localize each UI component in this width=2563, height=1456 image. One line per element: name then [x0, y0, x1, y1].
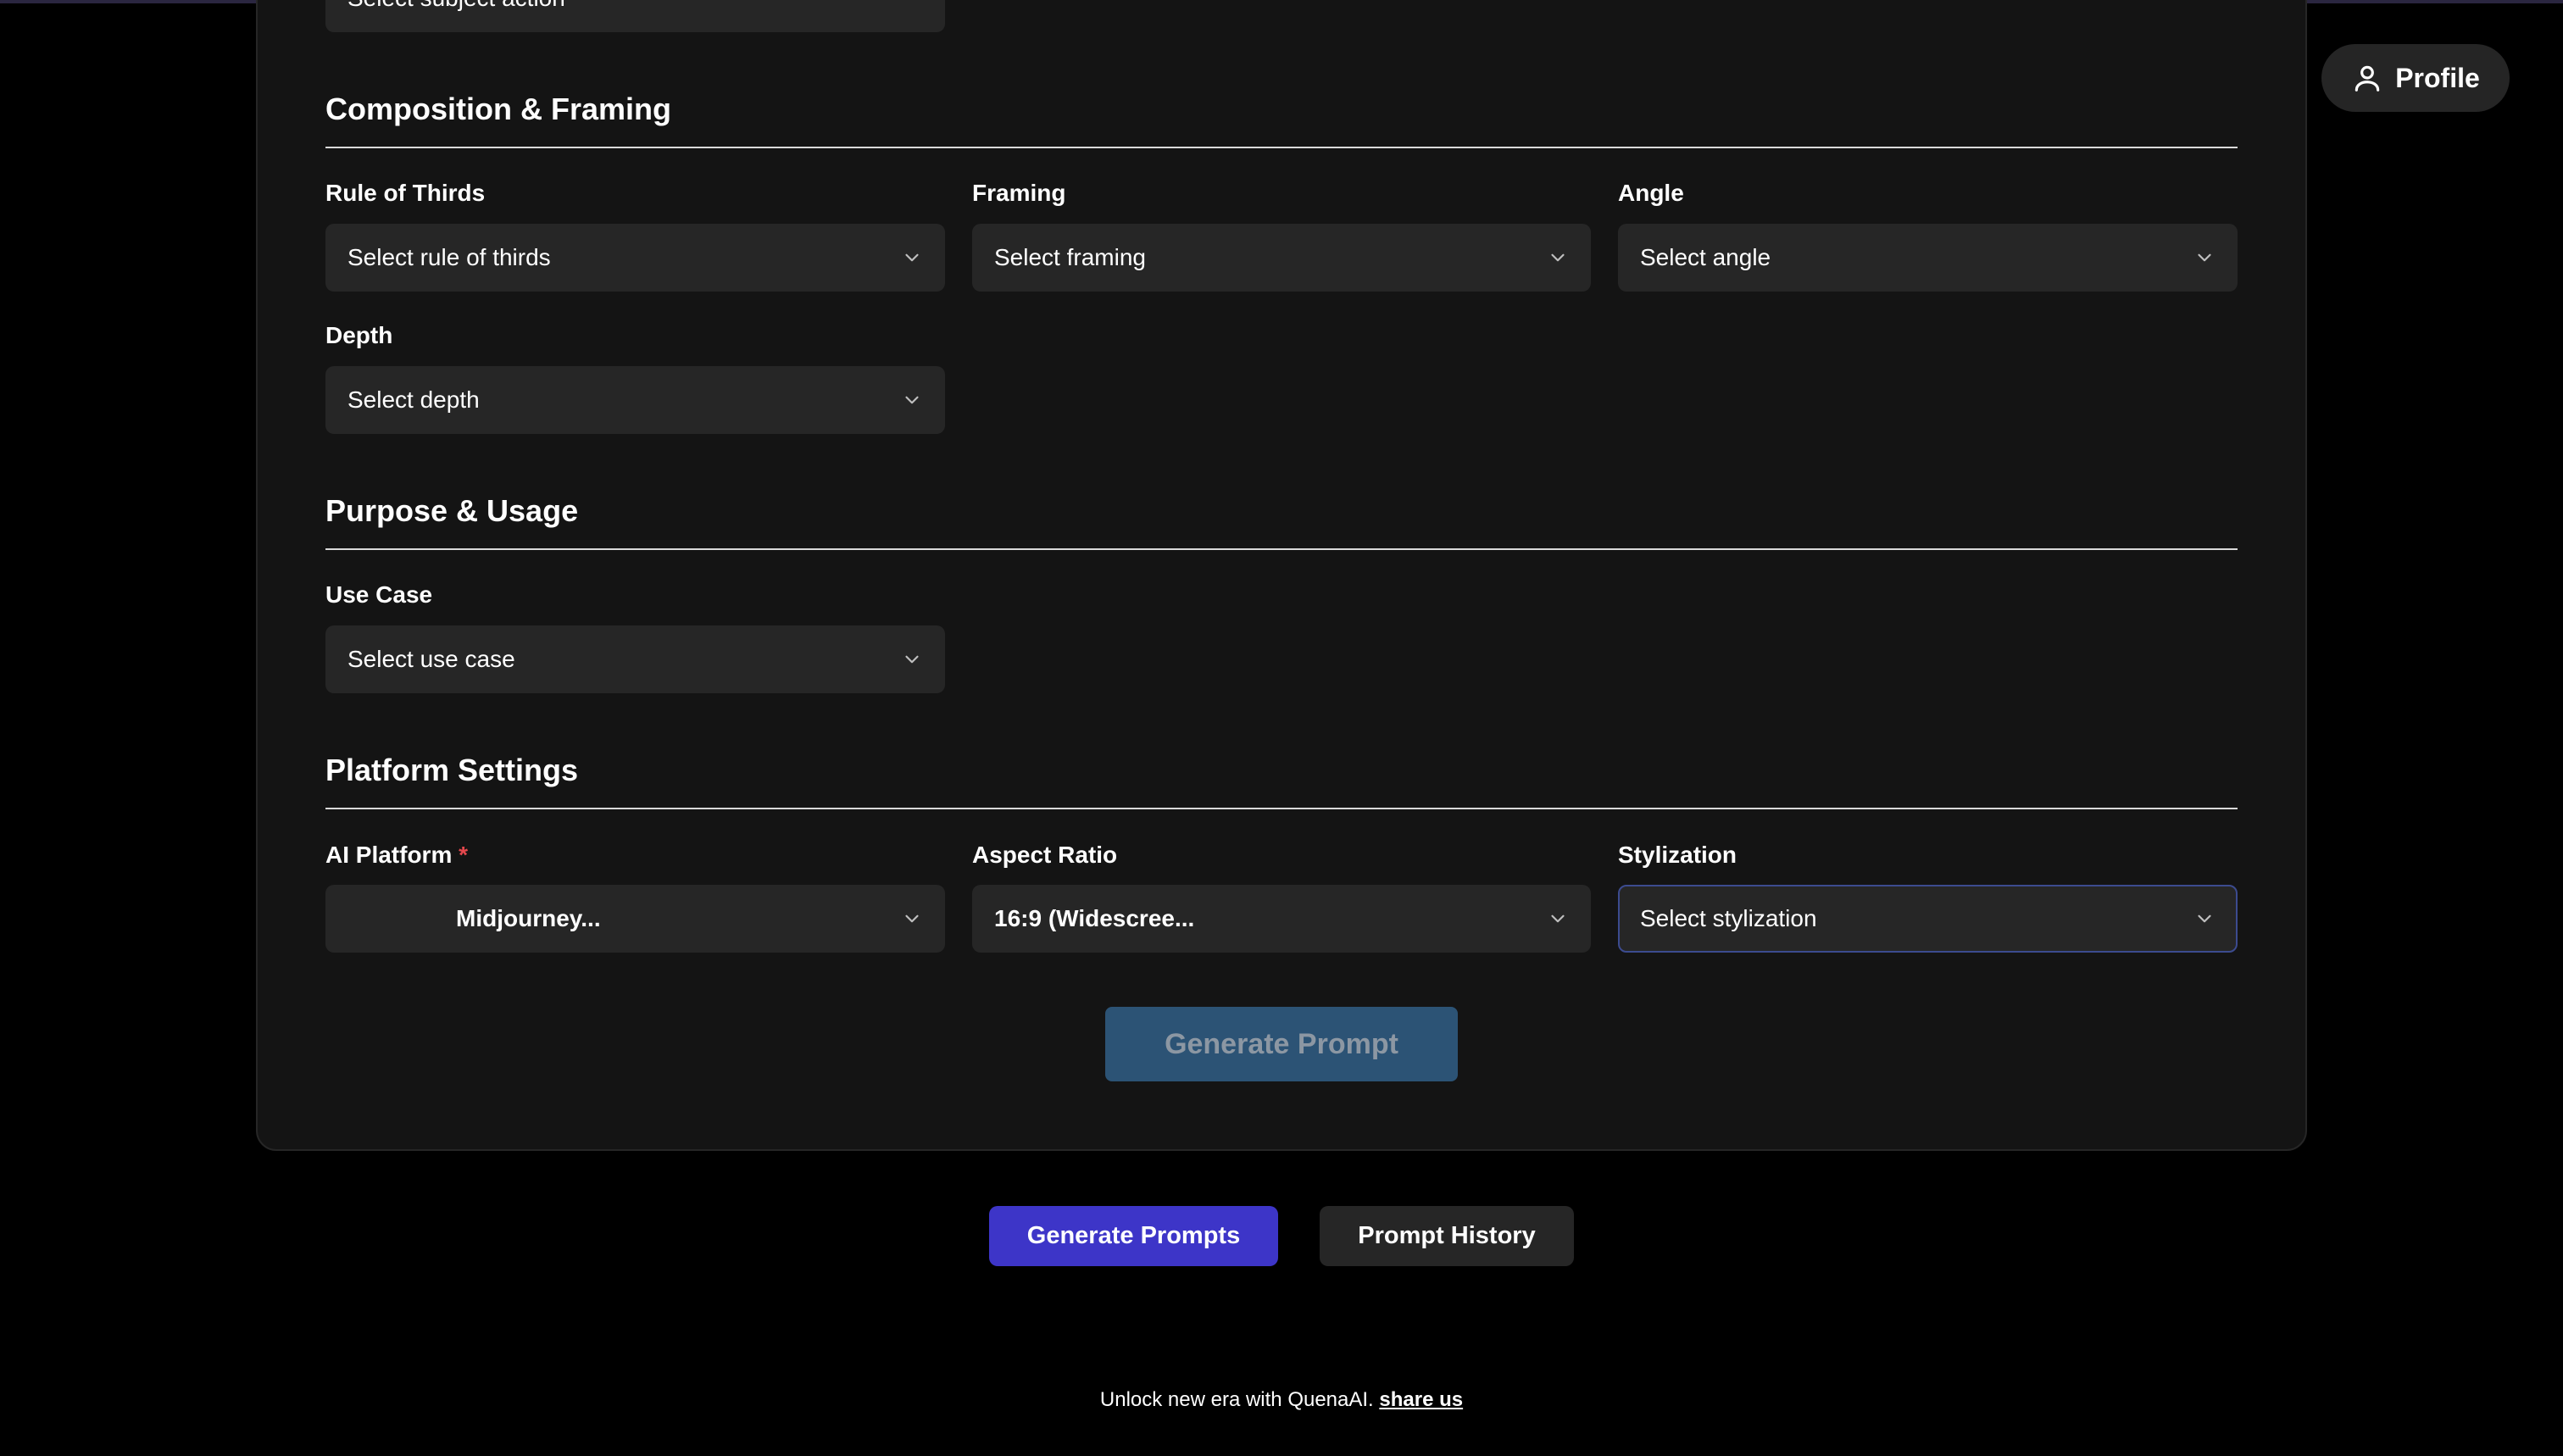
chevron-down-icon [905, 914, 919, 923]
section-title-composition: Composition & Framing [325, 92, 671, 126]
profile-label: Profile [2395, 62, 2480, 93]
stylization-select[interactable]: Select stylization [1618, 885, 2238, 953]
depth-label: Depth [325, 322, 393, 348]
chevron-down-icon [905, 655, 919, 664]
footer-text: Unlock new era with QuenaAI. [1099, 1388, 1374, 1411]
aspect-ratio-label: Aspect Ratio [972, 842, 1118, 868]
chevron-down-icon [1551, 253, 1565, 262]
rule-of-thirds-select[interactable]: Select rule of thirds [325, 224, 945, 292]
chevron-down-icon [905, 396, 919, 404]
framing-value: Select framing [994, 244, 1146, 270]
ai-platform-select[interactable]: Midjourney... [325, 885, 945, 953]
ai-platform-value: Midjourney... [456, 905, 601, 931]
profile-button[interactable]: Profile [2321, 44, 2510, 112]
depth-select[interactable]: Select depth [325, 366, 945, 434]
use-case-label: Use Case [325, 581, 433, 608]
required-marker: * [459, 842, 469, 868]
use-case-select[interactable]: Select use case [325, 625, 945, 693]
ai-platform-label: AI Platform * [325, 842, 468, 869]
rule-of-thirds-label: Rule of Thirds [325, 180, 486, 206]
angle-label: Angle [1618, 180, 1684, 206]
subject-action-select[interactable]: Select subject action [325, 0, 945, 32]
chevron-down-icon [2198, 914, 2211, 923]
stylization-label: Stylization [1618, 842, 1737, 868]
angle-select[interactable]: Select angle [1618, 224, 2238, 292]
chevron-down-icon [1551, 914, 1565, 923]
aspect-ratio-select[interactable]: 16:9 (Widescree... [972, 885, 1591, 953]
section-divider [325, 147, 2238, 148]
framing-select[interactable]: Select framing [972, 224, 1591, 292]
rule-of-thirds-value: Select rule of thirds [347, 244, 551, 270]
ai-platform-label-text: AI Platform [325, 842, 453, 868]
footer: Unlock new era with QuenaAI. share us [0, 1388, 2563, 1412]
chevron-down-icon [905, 253, 919, 262]
section-divider [325, 808, 2238, 809]
share-us-link[interactable]: share us [1379, 1388, 1463, 1411]
framing-label: Framing [972, 180, 1066, 206]
use-case-value: Select use case [347, 646, 515, 672]
angle-value: Select angle [1640, 244, 1771, 270]
user-icon [2355, 65, 2380, 92]
section-title-platform: Platform Settings [325, 753, 579, 787]
chevron-down-icon [2198, 253, 2211, 262]
prompt-history-button[interactable]: Prompt History [1320, 1206, 1574, 1266]
stylization-value: Select stylization [1640, 905, 1817, 931]
aspect-ratio-value: 16:9 (Widescree... [994, 905, 1195, 931]
generate-prompts-button[interactable]: Generate Prompts [989, 1206, 1278, 1266]
subject-action-value: Select subject action [347, 0, 923, 12]
depth-value: Select depth [347, 386, 480, 413]
section-divider [325, 548, 2238, 550]
generate-prompt-button[interactable]: Generate Prompt [1105, 1007, 1458, 1081]
section-title-purpose: Purpose & Usage [325, 493, 579, 528]
prompt-form-card [256, 0, 2307, 1151]
